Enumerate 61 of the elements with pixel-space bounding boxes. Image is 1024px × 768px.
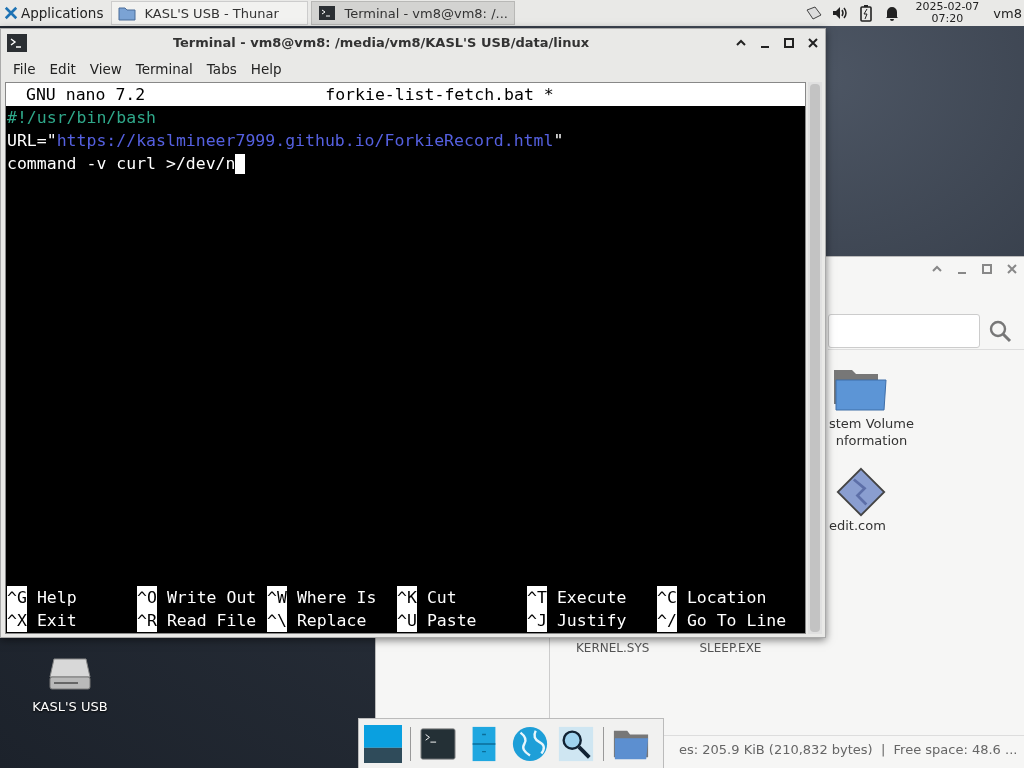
shortcut-label: Where Is xyxy=(296,587,377,609)
shortcut-label: Paste xyxy=(426,610,477,632)
drive-icon[interactable] xyxy=(48,655,92,691)
shortcut-label: Help xyxy=(36,587,77,609)
file-label[interactable]: stem Volume nformation xyxy=(829,415,914,449)
code-line: URL="https://kaslmineer7999.github.io/ForkieRecord.html" xyxy=(7,130,564,152)
shortcut-label: Exit xyxy=(36,610,77,632)
shortcut-key: ^U xyxy=(397,609,417,632)
window-title: Terminal - vm8@vm8: /media/vm8/KASL'S USB/data/linux xyxy=(171,35,591,50)
clock-time: 07:20 xyxy=(931,13,964,25)
shortcut-key: ^X xyxy=(7,609,27,632)
code-line: command -v curl >/dev/n xyxy=(7,153,236,175)
path-field[interactable] xyxy=(828,314,980,348)
scrollbar[interactable] xyxy=(808,82,822,634)
menu-item[interactable]: Tabs xyxy=(206,61,237,77)
mouse-logo-icon xyxy=(4,6,18,20)
shortcut-key: ^J xyxy=(527,609,547,632)
shortcut-key: ^K xyxy=(397,586,417,609)
terminal-icon[interactable] xyxy=(419,725,457,763)
menu-item[interactable]: Terminal xyxy=(135,61,193,77)
shortcut-label: Go To Line xyxy=(686,610,787,632)
desktop-icon-label[interactable]: KASL'S USB xyxy=(32,699,108,714)
menu-item[interactable]: Help xyxy=(250,61,282,77)
terminal-icon xyxy=(318,5,337,21)
shortcut-label: Read File xyxy=(166,610,257,632)
shortcut-label: Replace xyxy=(296,610,367,632)
close-icon[interactable] xyxy=(807,36,819,49)
status-bar-text: es: 205.9 KiB (210,832 bytes) | Free space: 48.6 ... xyxy=(679,741,1018,757)
maximize-icon[interactable] xyxy=(783,36,795,49)
taskbar-button[interactable]: KASL'S USB - Thunar xyxy=(111,1,309,25)
file-name: forkie-list-fetch.bat * xyxy=(325,84,554,106)
menu-item[interactable]: View xyxy=(89,61,122,77)
file-label[interactable]: KERNEL.SYS xyxy=(576,641,650,655)
folder-icon xyxy=(118,5,137,21)
shortcut-label: Execute xyxy=(556,587,627,609)
shortcut-key: ^\ xyxy=(267,609,287,632)
file-label[interactable]: SLEEP.EXE xyxy=(699,641,762,655)
shortcut-label: Justify xyxy=(556,610,627,632)
search-icon[interactable] xyxy=(557,725,595,763)
taskbar-button[interactable]: Terminal - vm8@vm8: /... xyxy=(311,1,515,25)
shortcut-key: ^W xyxy=(267,586,287,609)
shortcut-key: ^G xyxy=(7,586,27,609)
user-name[interactable]: vm8 xyxy=(993,5,1022,21)
shortcut-key: ^O xyxy=(137,586,157,609)
globe-icon[interactable] xyxy=(511,725,549,763)
shortcut-label: Location xyxy=(686,587,767,609)
shortcut-label: Cut xyxy=(426,587,457,609)
applications-menu[interactable]: Applications xyxy=(0,0,108,26)
shortcut-label: Write Out xyxy=(166,587,257,609)
shortcut-key: ^T xyxy=(527,586,547,609)
menu-item[interactable]: File xyxy=(13,61,36,77)
shortcut-key: ^R xyxy=(137,609,157,632)
file-label[interactable]: edit.com xyxy=(829,517,886,534)
shortcut-key: ^C xyxy=(657,586,677,609)
clock-date: 2025-02-07 xyxy=(915,1,980,13)
code-line: #!/usr/bin/bash xyxy=(7,107,156,129)
terminal-icon xyxy=(7,33,27,52)
nano-version: GNU nano 7.2 xyxy=(26,84,146,106)
shortcut-key: ^/ xyxy=(657,609,677,632)
desktop-icon[interactable] xyxy=(364,725,402,763)
menu-item[interactable]: Edit xyxy=(49,61,76,77)
